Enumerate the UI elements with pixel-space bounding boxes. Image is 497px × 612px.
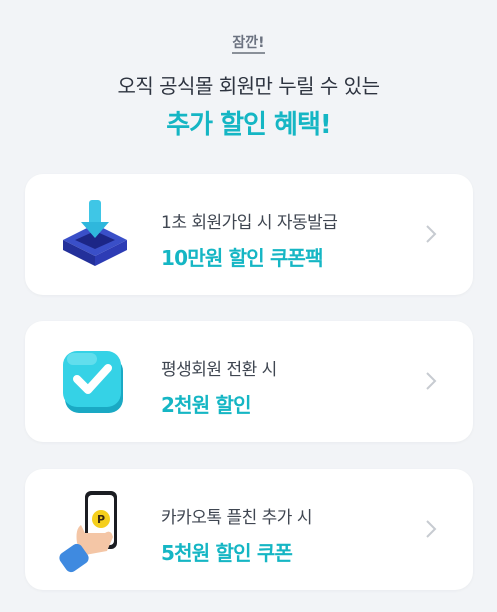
- benefit-card-kakao-friend[interactable]: P 카카오톡 플친 추가 시 5천원 할인 쿠폰: [25, 469, 473, 590]
- benefit-reward: 5천원 할인 쿠폰: [161, 541, 293, 565]
- inbox-download-icon: [55, 194, 135, 274]
- benefit-card-signup[interactable]: 1초 회원가입 시 자동발급 10만원 할인 쿠폰팩: [25, 174, 473, 295]
- svg-text:P: P: [97, 513, 105, 526]
- phone-kakao-icon: P: [55, 489, 135, 573]
- benefit-condition: 카카오톡 플친 추가 시: [161, 508, 312, 528]
- chevron-right-icon: [426, 520, 437, 538]
- benefit-reward: 10만원 할인 쿠폰팩: [161, 246, 324, 270]
- checkmark-icon: [55, 341, 135, 421]
- benefit-reward: 2천원 할인: [161, 393, 251, 417]
- chevron-right-icon: [426, 225, 437, 243]
- chevron-right-icon: [426, 372, 437, 390]
- benefit-condition: 평생회원 전환 시: [161, 360, 277, 380]
- page-title: 추가 할인 혜택!: [166, 110, 331, 140]
- benefit-condition: 1초 회원가입 시 자동발급: [161, 213, 338, 233]
- benefit-card-lifetime-member[interactable]: 평생회원 전환 시 2천원 할인: [25, 321, 473, 442]
- subtitle: 오직 공식몰 회원만 누릴 수 있는: [117, 74, 381, 98]
- eyebrow-label: 잠깐!: [0, 32, 497, 54]
